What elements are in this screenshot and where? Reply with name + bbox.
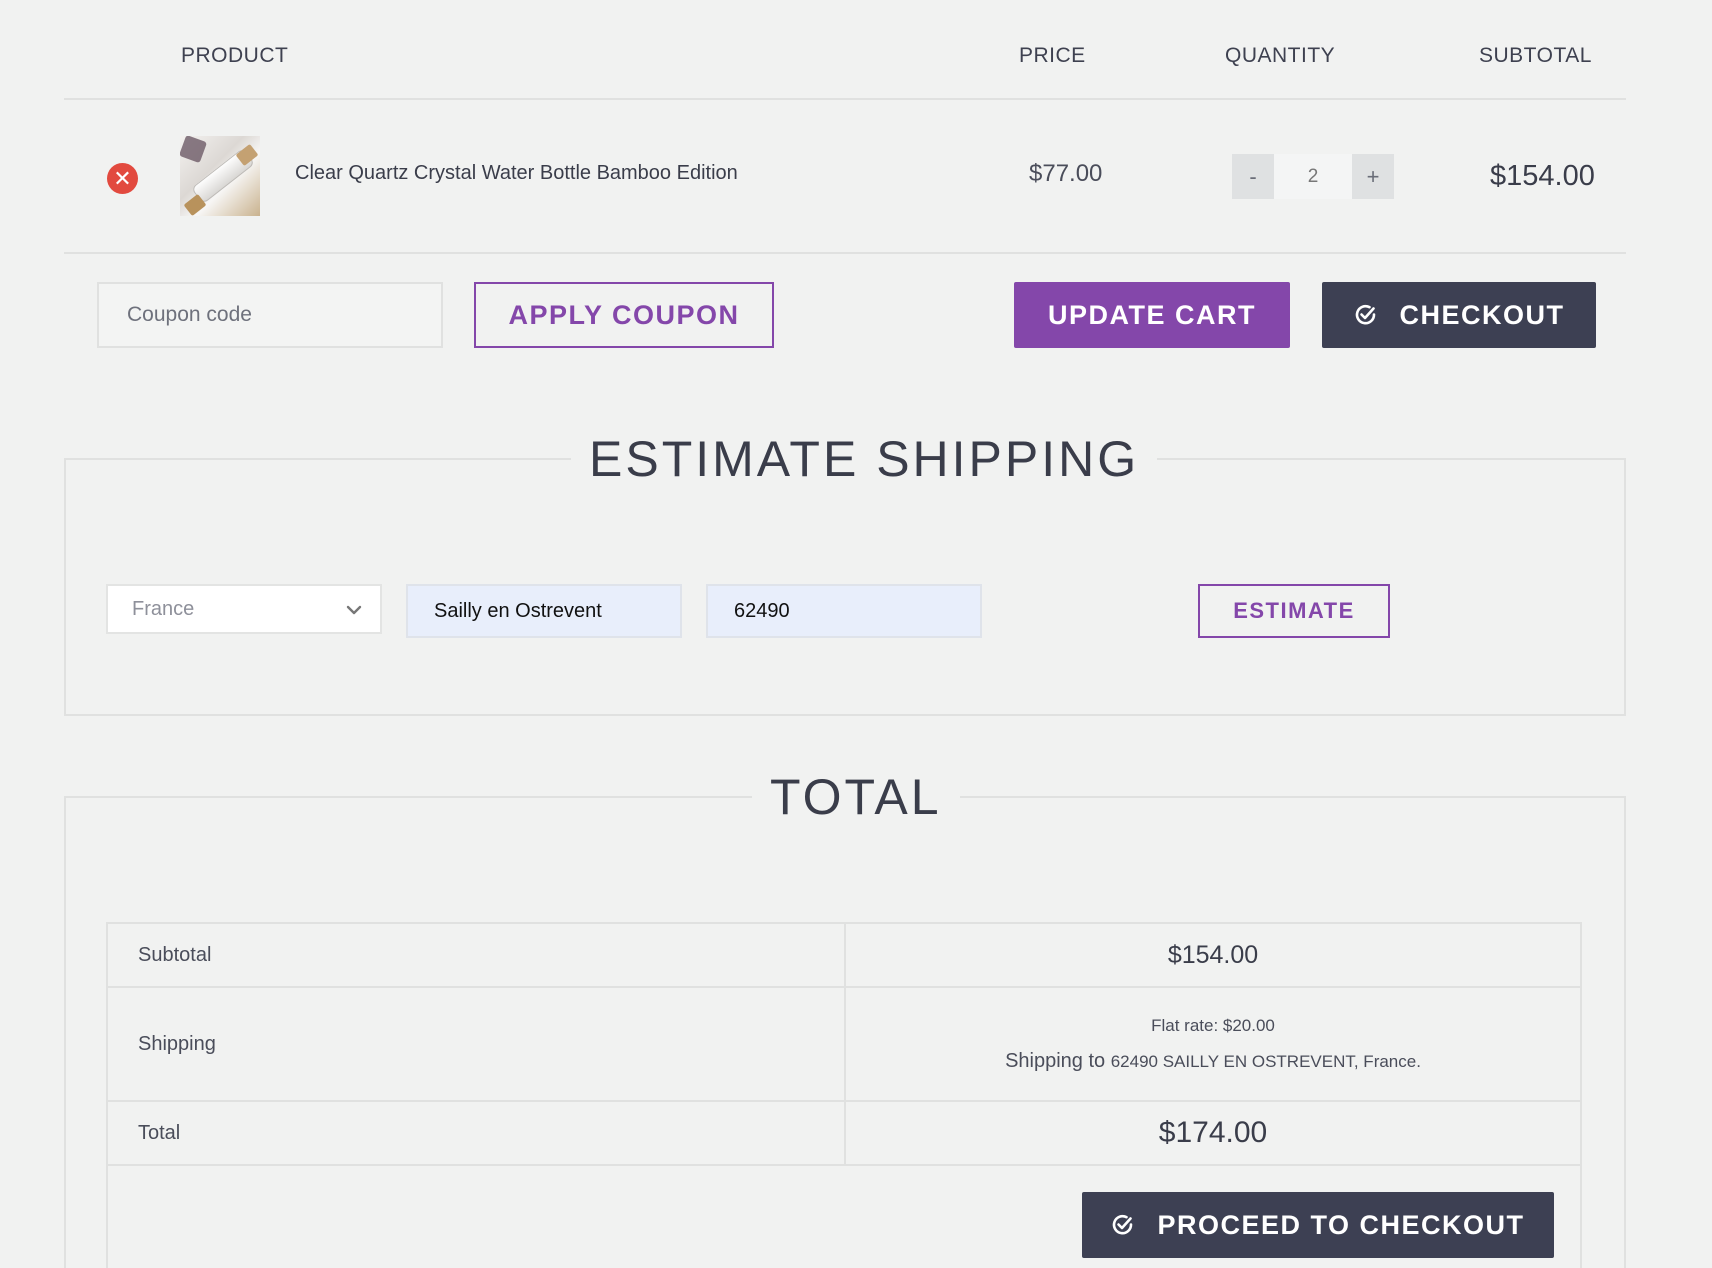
totals-row-shipping: Shipping Flat rate: $20.00 Shipping to 6… [106,986,1582,1102]
quantity-input[interactable]: 2 [1274,154,1352,199]
postcode-input[interactable]: 62490 [706,584,982,638]
subtotal-value: $154.00 [844,922,1582,988]
line-subtotal: $154.00 [1490,160,1595,192]
header-quantity: QUANTITY [1225,44,1336,67]
header-price: PRICE [1019,44,1086,67]
apply-coupon-button[interactable]: APPLY COUPON [474,282,774,348]
totals-title: TOTAL [752,768,960,826]
country-select-value: France [132,597,195,620]
shipping-to-prefix: Shipping to [1005,1049,1106,1072]
proceed-to-checkout-button[interactable]: PROCEED TO CHECKOUT [1082,1192,1554,1258]
update-cart-button[interactable]: UPDATE CART [1014,282,1290,348]
quantity-decrease-button[interactable]: - [1232,154,1274,199]
shipping-details: Flat rate: $20.00 Shipping to 62490 SAIL… [844,986,1582,1102]
proceed-to-checkout-label: PROCEED TO CHECKOUT [1157,1209,1525,1240]
header-product: PRODUCT [181,44,289,67]
shipping-rate: Flat rate: $20.00 [1151,1015,1275,1035]
divider [64,98,1626,100]
chevron-down-icon [344,600,364,626]
coupon-code-input[interactable]: Coupon code [97,282,443,348]
total-label: Total [106,1100,846,1166]
checkout-label: CHECKOUT [1399,299,1565,330]
totals-row-subtotal: Subtotal $154.00 [106,922,1582,988]
totals-row-total: Total $174.00 [106,1100,1582,1166]
estimate-shipping-title: ESTIMATE SHIPPING [571,430,1158,488]
product-price: $77.00 [1029,160,1103,187]
close-circle-icon: ✕ [113,165,132,191]
shipping-to-address: 62490 SAILLY EN OSTREVENT, France. [1110,1051,1421,1071]
header-subtotal: SUBTOTAL [1479,44,1592,67]
checkout-button[interactable]: CHECKOUT [1322,282,1596,348]
product-name-link[interactable]: Clear Quartz Crystal Water Bottle Bamboo… [295,162,738,185]
check-circle-icon [1354,303,1378,327]
shipping-label: Shipping [106,986,846,1102]
city-input[interactable]: Sailly en Ostrevent [406,584,682,638]
divider [64,252,1626,254]
subtotal-label: Subtotal [106,922,846,988]
remove-item-button[interactable]: ✕ [107,163,138,194]
check-circle-icon [1111,1213,1135,1237]
quantity-increase-button[interactable]: + [1352,154,1394,199]
country-select[interactable]: France [106,584,382,634]
total-value: $174.00 [844,1100,1582,1166]
product-thumbnail[interactable] [180,136,260,216]
shipping-destination: Shipping to 62490 SAILLY EN OSTREVENT, F… [846,1050,1580,1073]
estimate-button[interactable]: ESTIMATE [1198,584,1390,638]
